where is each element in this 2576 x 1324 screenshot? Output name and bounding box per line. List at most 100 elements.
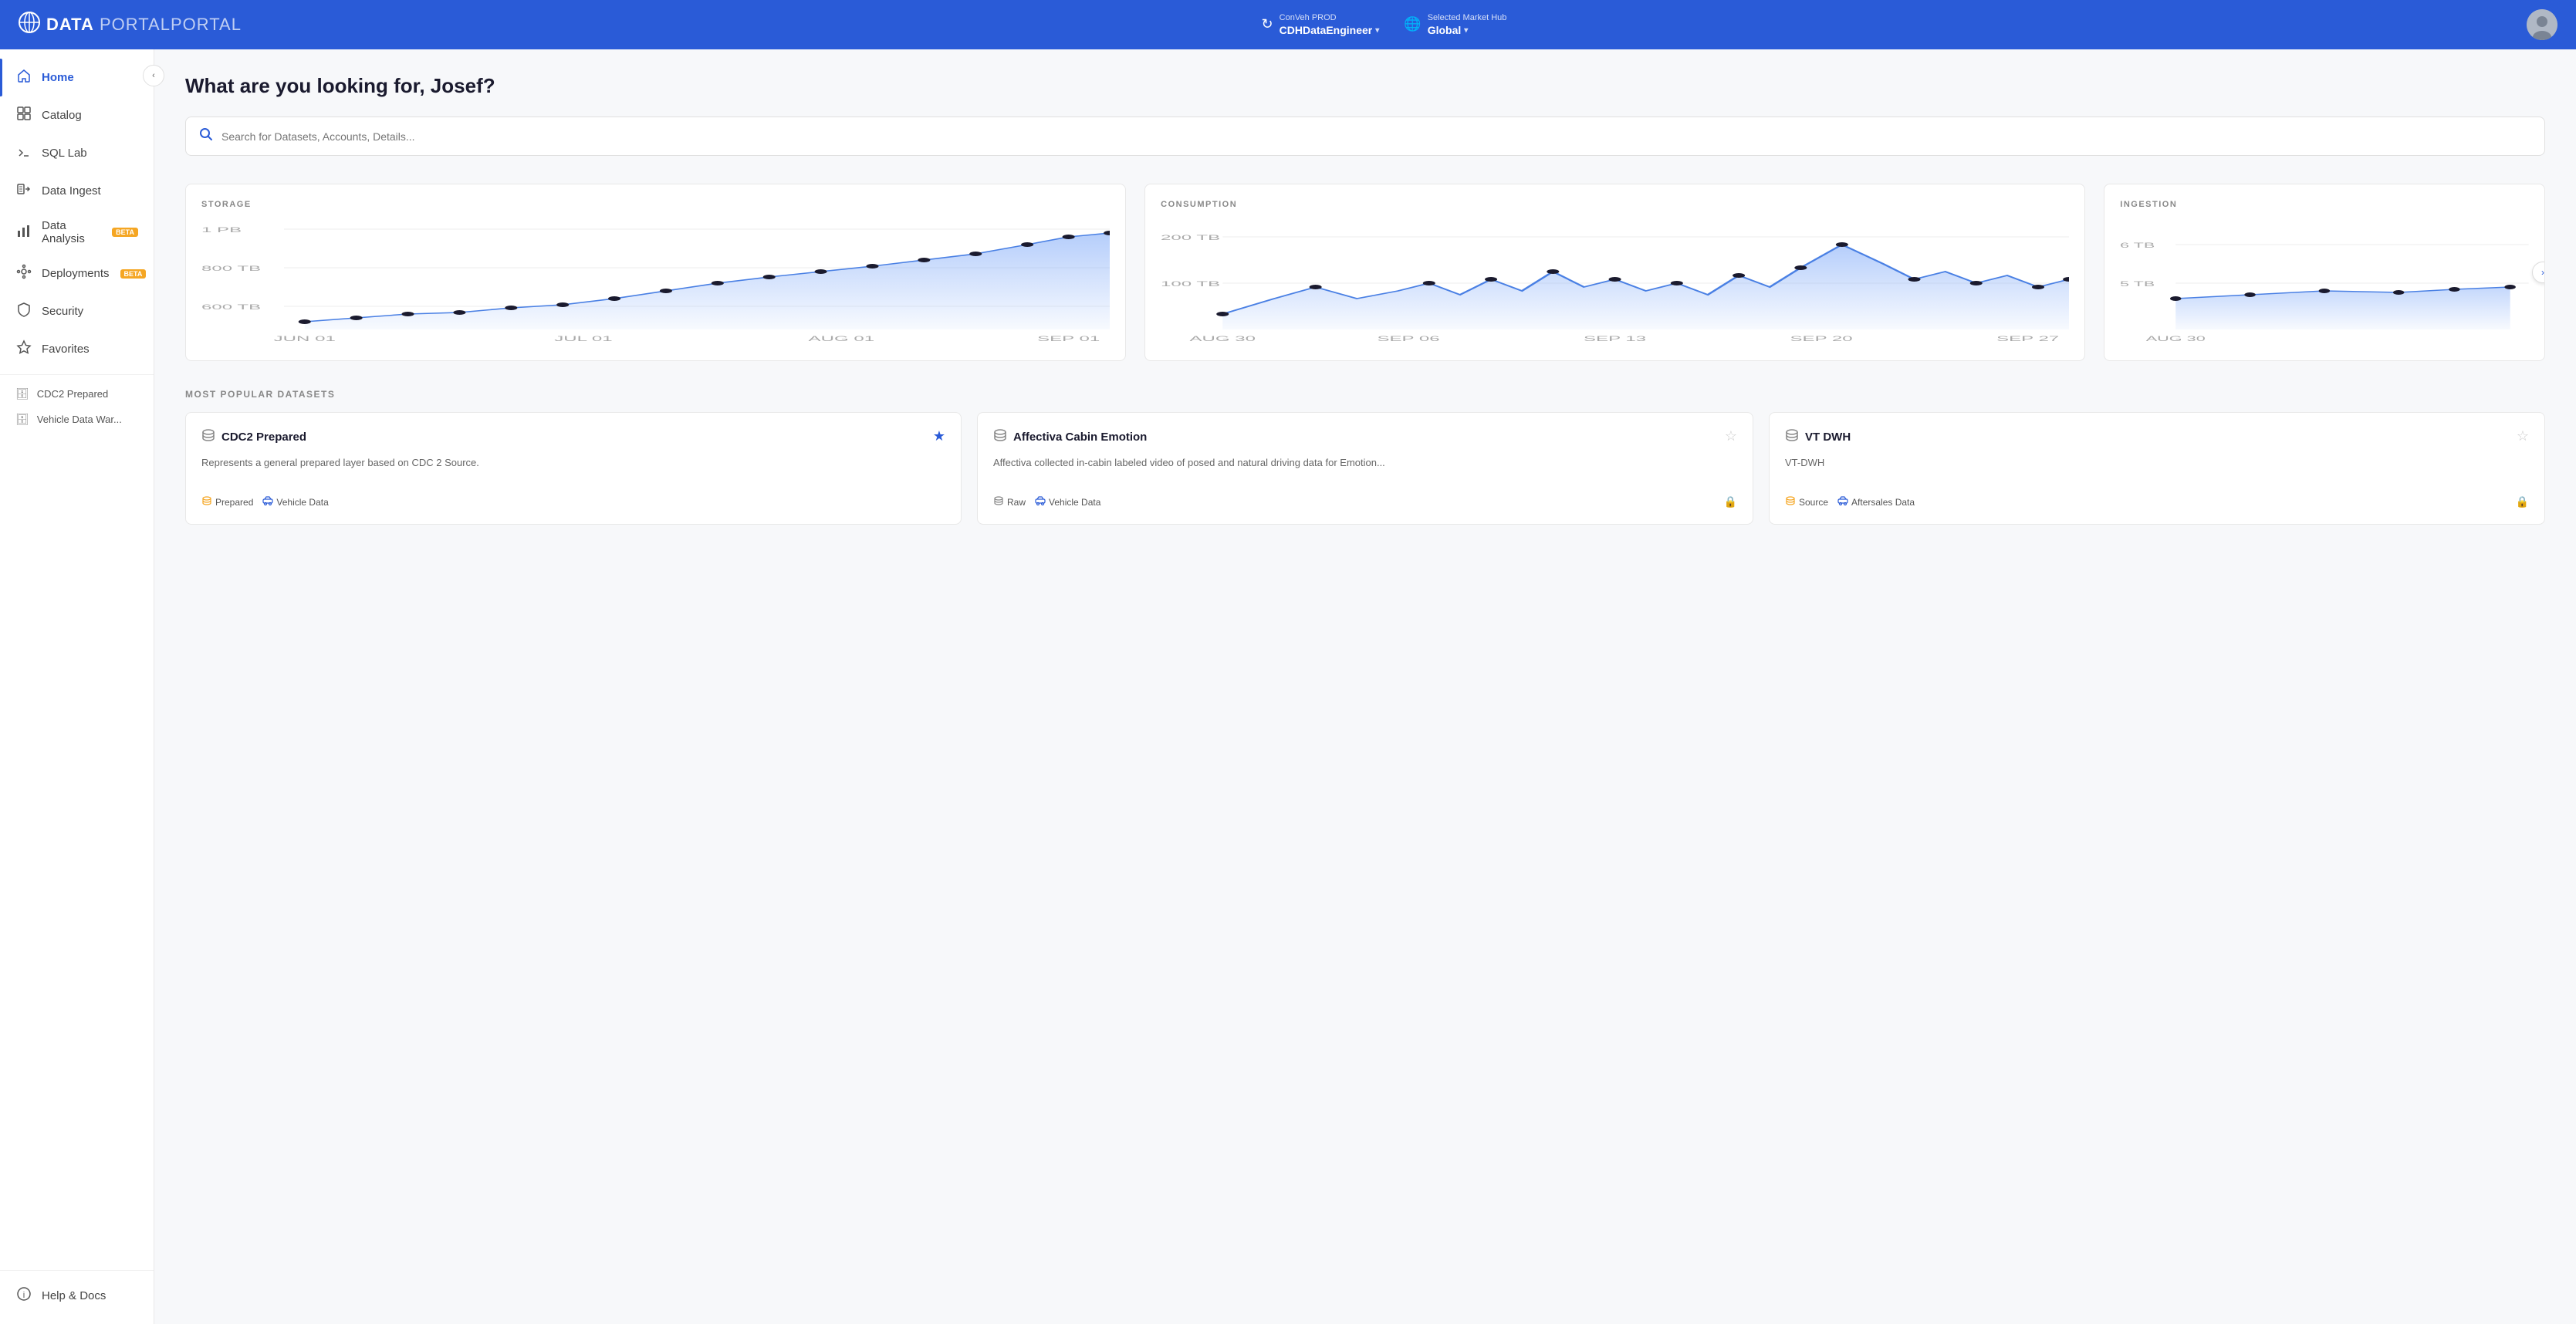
svg-text:i: i <box>23 1291 25 1300</box>
refresh-icon: ↻ <box>1262 16 1273 32</box>
globe-icon: 🌐 <box>1404 16 1421 32</box>
sidebar-item-deployments[interactable]: Deployments BETA <box>0 255 154 292</box>
sidebar-item-security[interactable]: Security <box>0 292 154 330</box>
sidebar-item-data-analysis-label: Data Analysis <box>42 219 101 245</box>
svg-text:SEP 06: SEP 06 <box>1378 335 1440 343</box>
dataset-card-cdc2-header: CDC2 Prepared ★ <box>201 428 945 446</box>
market-text: Selected Market Hub Global ▾ <box>1428 12 1507 37</box>
app-body: ‹ Home Catalog <box>0 49 2576 1324</box>
affectiva-lock-icon: 🔒 <box>1724 495 1737 508</box>
svg-text:100 TB: 100 TB <box>1161 280 1220 288</box>
dataset-affectiva-star[interactable]: ☆ <box>1725 428 1737 444</box>
sidebar-item-data-analysis[interactable]: Data Analysis BETA <box>0 210 154 255</box>
dataset-card-vtdwh-header: VT DWH ☆ <box>1785 428 2529 446</box>
svg-text:AUG 30: AUG 30 <box>2146 335 2206 343</box>
deployments-icon <box>15 264 32 283</box>
market-dropdown-arrow: ▾ <box>1464 25 1468 35</box>
sidebar-sub-item-vehicle-label: Vehicle Data War... <box>37 414 122 425</box>
consumption-chart-card: CONSUMPTION 200 TB 100 TB <box>1144 184 2085 361</box>
svg-text:5 TB: 5 TB <box>2120 280 2155 288</box>
svg-text:SEP 27: SEP 27 <box>1996 335 2059 343</box>
svg-text:AUG 01: AUG 01 <box>809 335 875 343</box>
consumption-chart-svg: 200 TB 100 TB <box>1161 221 2069 345</box>
sidebar-sub-item-cdc2[interactable]: 🗄 CDC2 Prepared <box>0 381 154 407</box>
sidebar-item-help[interactable]: i Help & Docs <box>0 1277 154 1315</box>
header-center: ↻ ConVeh PROD CDHDataEngineer ▾ 🌐 Select… <box>1262 12 1507 37</box>
ingestion-chart-title: INGESTION <box>2120 200 2529 209</box>
security-icon <box>15 302 32 321</box>
data-analysis-beta-badge: BETA <box>112 228 138 237</box>
vehicle-sub-icon: 🗄 <box>15 413 29 426</box>
storage-chart-container: 1 PB 800 TB 600 TB <box>201 221 1110 345</box>
prepared-icon <box>201 495 212 508</box>
data-analysis-icon <box>15 223 32 242</box>
svg-text:6 TB: 6 TB <box>2120 241 2155 249</box>
vtdwh-lock-icon: 🔒 <box>2516 495 2529 508</box>
dataset-cdc2-tags: Prepared Vehicle Data <box>201 495 945 508</box>
dataset-vtdwh-star[interactable]: ☆ <box>2517 428 2529 444</box>
dataset-cdc2-icon <box>201 428 215 446</box>
catalog-icon <box>15 106 32 125</box>
sidebar-item-home-label: Home <box>42 71 74 84</box>
sidebar-item-catalog[interactable]: Catalog <box>0 96 154 134</box>
sidebar-item-sqllab-label: SQL Lab <box>42 147 87 160</box>
dataset-affectiva-tag-raw: Raw <box>993 495 1026 508</box>
dataset-cdc2-star[interactable]: ★ <box>933 428 945 444</box>
storage-chart-svg: 1 PB 800 TB 600 TB <box>201 221 1110 345</box>
dataset-vtdwh-desc: VT-DWH <box>1785 455 2529 486</box>
env-text: ConVeh PROD CDHDataEngineer ▾ <box>1280 12 1380 37</box>
sidebar-item-data-ingest[interactable]: Data Ingest <box>0 172 154 210</box>
chart-nav-arrow[interactable]: › <box>2532 262 2545 283</box>
ingestion-chart-svg: 6 TB 5 TB AUG 30 <box>2120 221 2529 345</box>
storage-chart-title: STORAGE <box>201 200 1110 209</box>
search-bar[interactable] <box>185 117 2545 156</box>
sidebar-item-favorites[interactable]: Favorites <box>0 330 154 368</box>
dataset-vtdwh-icon <box>1785 428 1799 446</box>
sidebar-item-help-label: Help & Docs <box>42 1289 106 1302</box>
data-ingest-icon <box>15 181 32 201</box>
sidebar-bottom-divider <box>0 1270 154 1271</box>
env-dropdown-arrow: ▾ <box>1375 25 1379 35</box>
vehicle-tag-icon <box>262 495 273 508</box>
dataset-cdc2-name: CDC2 Prepared <box>221 431 306 444</box>
logo: DATA PORTALPORTAL <box>19 12 242 39</box>
sidebar-sub-item-vehicle[interactable]: 🗄 Vehicle Data War... <box>0 407 154 432</box>
svg-text:SEP 13: SEP 13 <box>1584 335 1646 343</box>
dataset-affectiva-name: Affectiva Cabin Emotion <box>1013 431 1147 444</box>
dataset-affectiva-tags: Raw Vehicle Data 🔒 <box>993 495 1737 508</box>
sidebar-sub-item-cdc2-label: CDC2 Prepared <box>37 388 109 400</box>
dataset-vtdwh-name: VT DWH <box>1805 431 1851 444</box>
datasets-grid: CDC2 Prepared ★ Represents a general pre… <box>185 412 2545 525</box>
svg-text:600 TB: 600 TB <box>201 303 261 311</box>
logo-icon <box>19 12 40 39</box>
svg-text:JUN 01: JUN 01 <box>274 335 336 343</box>
ingestion-chart-container: 6 TB 5 TB AUG 30 <box>2120 221 2529 345</box>
dataset-card-vtdwh[interactable]: VT DWH ☆ VT-DWH Source <box>1769 412 2545 525</box>
sidebar-item-home[interactable]: Home <box>0 59 154 96</box>
dataset-vtdwh-tag-source: Source <box>1785 495 1828 508</box>
dataset-card-cdc2[interactable]: CDC2 Prepared ★ Represents a general pre… <box>185 412 962 525</box>
dataset-card-affectiva[interactable]: Affectiva Cabin Emotion ☆ Affectiva coll… <box>977 412 1753 525</box>
dataset-card-affectiva-header: Affectiva Cabin Emotion ☆ <box>993 428 1737 446</box>
svg-text:SEP 20: SEP 20 <box>1790 335 1853 343</box>
user-avatar[interactable] <box>2527 9 2557 40</box>
consumption-chart-title: CONSUMPTION <box>1161 200 2069 209</box>
sidebar-item-deployments-label: Deployments <box>42 267 110 280</box>
sidebar-collapse-button[interactable]: ‹ <box>143 65 164 86</box>
dataset-vtdwh-tags: Source Aftersales Data <box>1785 495 2529 508</box>
sidebar: ‹ Home Catalog <box>0 49 154 1324</box>
aftersales-tag-icon <box>1837 495 1848 508</box>
dataset-cdc2-tag-prepared: Prepared <box>201 495 253 508</box>
search-input[interactable] <box>221 130 2532 143</box>
dataset-affectiva-icon <box>993 428 1007 446</box>
market-dropdown[interactable]: 🌐 Selected Market Hub Global ▾ <box>1404 12 1506 37</box>
dataset-affectiva-tag-vehicle: Vehicle Data <box>1035 495 1100 508</box>
page-greeting: What are you looking for, Josef? <box>185 74 2545 98</box>
sqllab-icon <box>15 144 32 163</box>
sidebar-item-sqllab[interactable]: SQL Lab <box>0 134 154 172</box>
svg-text:200 TB: 200 TB <box>1161 234 1220 241</box>
env-dropdown[interactable]: ↻ ConVeh PROD CDHDataEngineer ▾ <box>1262 12 1380 37</box>
help-icon: i <box>15 1286 32 1305</box>
favorites-icon <box>15 339 32 359</box>
sidebar-divider <box>0 374 154 375</box>
